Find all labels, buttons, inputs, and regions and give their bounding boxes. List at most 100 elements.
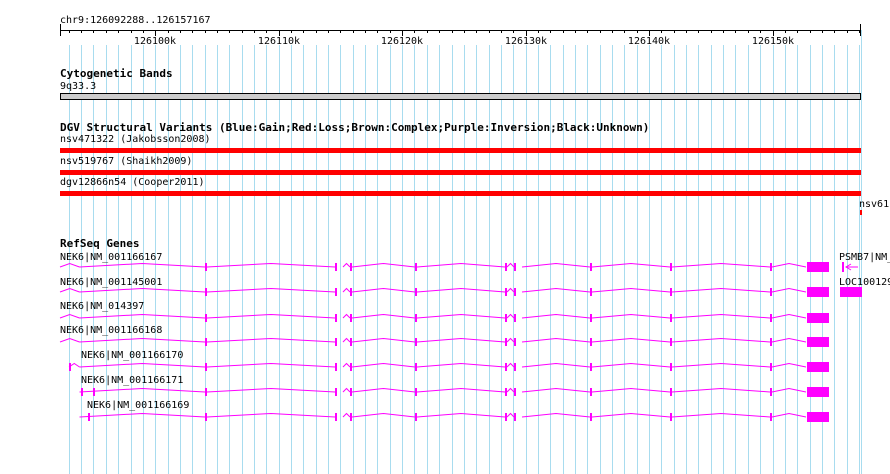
- transcript-label: NEK6|NM_001166171: [81, 375, 184, 386]
- intron-line: [79, 412, 206, 418]
- intron-line: [59, 287, 80, 293]
- exon-block: [93, 388, 95, 396]
- intron-line: [671, 313, 771, 319]
- exon-block: [770, 338, 772, 346]
- exon-block: [514, 263, 516, 271]
- exon-block: [590, 363, 592, 371]
- ruler-tick-label: 126110k: [258, 36, 300, 47]
- exon-block: [807, 287, 829, 297]
- exon-block: [205, 263, 207, 271]
- exon-block: [514, 338, 516, 346]
- exon-block: [670, 388, 672, 396]
- intron-line: [671, 387, 771, 393]
- ruler-tick-label: 126140k: [628, 36, 670, 47]
- exon-block: [335, 413, 337, 421]
- genome-browser-view: 126100k 126110k 126120k 126130k 126140k 12615…: [0, 0, 890, 474]
- ruler-tick-label: 126150k: [752, 36, 794, 47]
- intron-line: [771, 362, 807, 368]
- intron-line: [771, 313, 807, 319]
- intron-line: [521, 337, 591, 343]
- intron-line: [591, 412, 671, 418]
- dgv-variant-bar: [60, 191, 861, 196]
- exon-block: [415, 263, 417, 271]
- intron-line: [342, 287, 351, 293]
- intron-line: [521, 387, 591, 393]
- intron-line: [206, 313, 336, 319]
- exon-block: [415, 338, 417, 346]
- intron-line: [771, 287, 807, 293]
- intron-line: [416, 262, 506, 268]
- exon-block: [670, 363, 672, 371]
- intron-line: [416, 387, 506, 393]
- exon-block: [505, 363, 507, 371]
- exon-block: [81, 388, 83, 396]
- exon-block: [770, 314, 772, 322]
- intron-line: [771, 262, 807, 268]
- exon-block: [590, 288, 592, 296]
- exon-block: [770, 363, 772, 371]
- exon-block: [415, 363, 417, 371]
- exon-block: [505, 314, 507, 322]
- exon-block: [807, 262, 829, 272]
- exon-block: [350, 338, 352, 346]
- exon-block: [350, 413, 352, 421]
- intron-line: [206, 337, 336, 343]
- exon-block: [505, 288, 507, 296]
- cytoband-track-title: Cytogenetic Bands: [60, 67, 173, 80]
- exon-block: [670, 338, 672, 346]
- intron-line: [591, 262, 671, 268]
- intron-line: [351, 387, 416, 393]
- exon-block: [842, 262, 844, 272]
- intron-line: [79, 313, 206, 319]
- intron-line: [671, 412, 771, 418]
- exon-block: [335, 263, 337, 271]
- dgv-variant-bar: [60, 170, 861, 175]
- intron-line: [342, 337, 351, 343]
- dgv-variant-bar: [60, 148, 861, 153]
- exon-block: [205, 413, 207, 421]
- exon-block: [514, 363, 516, 371]
- intron-line: [59, 262, 80, 268]
- exon-block: [514, 314, 516, 322]
- intron-line: [206, 387, 336, 393]
- neighbor-gene-label: PSMB7|NM_: [839, 252, 890, 263]
- exon-block: [840, 287, 862, 297]
- intron-line: [79, 362, 206, 368]
- exon-block: [505, 263, 507, 271]
- dgv-feature-label-clipped: nsv61: [859, 199, 890, 210]
- intron-line: [342, 412, 351, 418]
- intron-line: [521, 362, 591, 368]
- transcript-label: NEK6|NM_001166170: [81, 350, 184, 361]
- dgv-feature-label: nsv519767 (Shaikh2009): [60, 156, 193, 167]
- intron-line: [351, 262, 416, 268]
- exon-block: [770, 263, 772, 271]
- neighbor-gene-label: LOC100129: [839, 277, 890, 288]
- exon-block: [590, 263, 592, 271]
- intron-line: [506, 412, 515, 418]
- ruler-tick-label: 126100k: [134, 36, 176, 47]
- transcript-label: NEK6|NM_001166169: [87, 400, 190, 411]
- exon-block: [514, 388, 516, 396]
- intron-line: [79, 287, 206, 293]
- exon-block: [770, 288, 772, 296]
- intron-line: [671, 287, 771, 293]
- region-label: chr9:126092288..126157167: [60, 15, 211, 26]
- exon-block: [415, 314, 417, 322]
- intron-line: [506, 287, 515, 293]
- intron-line: [206, 362, 336, 368]
- intron-line: [206, 412, 336, 418]
- dgv-feature-label: nsv471322 (Jakobsson2008): [60, 134, 211, 145]
- transcript-label: NEK6|NM_001166167: [60, 252, 163, 263]
- exon-block: [807, 313, 829, 323]
- dgv-track-title: DGV Structural Variants (Blue:Gain;Red:L…: [60, 121, 650, 134]
- exon-block: [590, 338, 592, 346]
- intron-line: [591, 387, 671, 393]
- exon-block: [807, 362, 829, 372]
- exon-block: [415, 288, 417, 296]
- exon-block: [505, 413, 507, 421]
- exon-block: [770, 388, 772, 396]
- intron-line: [591, 362, 671, 368]
- intron-line: [59, 337, 80, 343]
- exon-block: [514, 288, 516, 296]
- exon-block: [350, 388, 352, 396]
